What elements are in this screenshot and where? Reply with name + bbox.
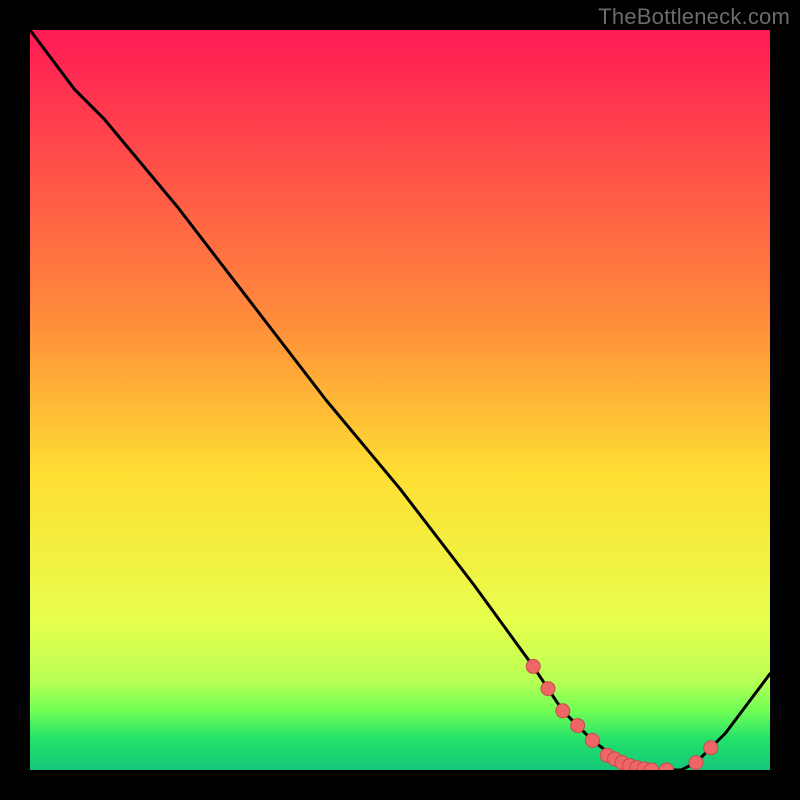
marker-point [571, 719, 585, 733]
plot-area [30, 30, 770, 770]
marker-point [585, 733, 599, 747]
marker-point [704, 741, 718, 755]
marker-point [556, 704, 570, 718]
marker-point [541, 682, 555, 696]
chart-svg [30, 30, 770, 770]
watermark-text: TheBottleneck.com [598, 4, 790, 30]
marker-point [689, 756, 703, 770]
chart-frame: TheBottleneck.com [0, 0, 800, 800]
gradient-background [30, 30, 770, 770]
marker-point [526, 659, 540, 673]
